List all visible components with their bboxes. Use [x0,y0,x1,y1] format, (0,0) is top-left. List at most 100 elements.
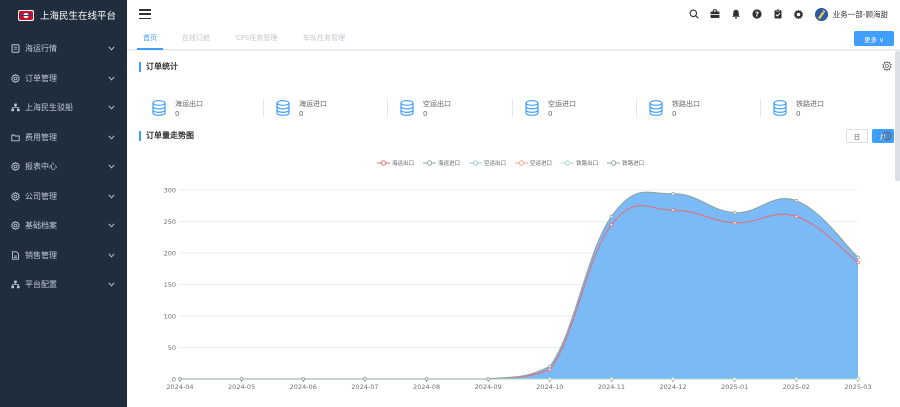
x-tick-label: 2024-07 [351,383,378,391]
data-point [239,377,244,381]
sidebar-item-label: 上海民生驳船 [25,103,73,113]
data-point [363,377,367,381]
data-point [486,377,490,381]
chevron-down-icon [107,222,115,230]
data-point [671,377,675,381]
sidebar-item-label: 费用管理 [25,132,57,142]
x-tick-label: 2024-04 [166,383,193,391]
sidebar-item[interactable]: 平台配置 [0,270,127,300]
sidebar-item[interactable]: 销售管理 [0,241,127,271]
app-logo[interactable]: 上海民生在线平台 [0,0,127,30]
sidebar-item-label: 报表中心 [25,162,57,172]
x-tick-label: 2024-06 [290,383,317,391]
sidebar-item-label: 基础档案 [25,221,57,231]
tabs-bar: 首页 在线订舱 CFS任务管理 车队任务管理 更多 ∨ [127,28,900,50]
sidebar-item-label: 订单管理 [25,73,57,83]
help-icon[interactable]: ? [751,8,763,20]
sidebar-item-label: 销售管理 [25,250,57,260]
x-tick-label: 2024-08 [413,383,440,391]
clipboard-icon[interactable] [772,8,784,20]
sidebar-item[interactable]: 报表中心 [0,152,127,182]
x-tick-label: 2025-01 [721,383,748,391]
data-point [856,255,860,260]
bell-icon[interactable] [730,8,742,20]
tab-fleet-tasks[interactable]: 车队任务管理 [303,33,345,43]
data-point [671,191,675,196]
tab-online-booking[interactable]: 在线订舱 [182,33,210,43]
data-point [794,214,799,219]
sidebar-menu: 海运行情订单管理上海民生驳船 费用管理报表中心公司管理基础档案销售管理平台配置 [0,34,127,300]
order-trend-chart: 0501001502002503002024-04 2024-05 2024-06 2… [164,187,872,392]
sidebar-item-label: 平台配置 [25,280,57,290]
sidebar-item[interactable]: 海运行情 [0,34,127,64]
company-logo-icon [18,9,34,21]
search-icon[interactable] [688,8,700,20]
x-tick-label: 2024-05 [228,383,255,391]
data-point [609,214,614,219]
chevron-down-icon [107,45,115,53]
active-tab-indicator [137,48,163,50]
top-header: ? 业务一部-顾海甜 [127,0,900,28]
header-actions: ? 业务一部-顾海甜 [679,0,888,28]
y-tick-label: 150 [164,281,176,289]
x-tick-label: 2024-10 [536,383,563,391]
chevron-down-icon [107,251,115,259]
briefcase-icon[interactable] [709,8,721,20]
gear-icon [10,221,20,231]
data-point [732,220,737,225]
sidebar-item-label: 海运行情 [25,44,57,54]
file-icon [10,250,20,260]
data-point [548,377,552,381]
x-tick-label: 2024-11 [598,383,625,391]
gear-icon [10,162,20,172]
data-point [794,377,799,381]
gear-icon [10,73,20,83]
more-button[interactable]: 更多 ∨ [854,31,894,46]
data-point [424,377,429,381]
avatar[interactable] [814,7,828,21]
sidebar-item[interactable]: 基础档案 [0,211,127,241]
menu-toggle-icon[interactable] [139,9,151,19]
settings-icon[interactable] [793,8,805,20]
svg-text:?: ? [755,11,759,19]
x-tick-label: 2024-12 [660,383,687,391]
scrollbar[interactable] [895,51,900,181]
y-tick-label: 50 [168,344,176,352]
sidebar: 上海民生在线平台 海运行情订单管理上海民生驳船 费用管理报表中心公司管理基础档案销… [0,0,127,407]
chevron-down-icon [107,133,115,141]
data-point [856,260,860,265]
network-icon [10,103,20,113]
document-icon [10,44,20,54]
gear-icon [10,191,20,201]
y-tick-label: 200 [164,250,176,258]
sidebar-item[interactable]: 费用管理 [0,123,127,153]
chevron-down-icon [107,74,115,82]
app-title: 上海民生在线平台 [40,11,117,22]
data-point [609,222,614,227]
tab-cfs-tasks[interactable]: CFS任务管理 [236,33,277,43]
data-point [301,377,306,381]
network-icon [10,280,20,290]
data-point [548,367,552,372]
folder-icon [10,132,20,142]
y-tick-label: 100 [164,313,176,321]
data-point [671,208,675,212]
data-point [732,210,737,215]
x-tick-label: 2025-03 [844,383,871,391]
data-point [794,198,799,203]
sidebar-item[interactable]: 订单管理 [0,64,127,94]
sidebar-item[interactable]: 上海民生驳船 [0,93,127,123]
y-tick-label: 300 [164,187,176,195]
tab-home[interactable]: 首页 [143,33,157,43]
chevron-down-icon [107,281,115,289]
chevron-down-icon [107,192,115,200]
dashboard-content: 订单统计 海运出口 0 海运进口 0 空运出口 0 空运进口 0 铁路出口 0 铁路进口 0 订单量走… [127,51,900,407]
user-name[interactable]: 业务一部-顾海甜 [833,9,888,20]
sidebar-item[interactable]: 公司管理 [0,182,127,212]
chevron-down-icon [107,104,115,112]
chevron-down-icon [107,163,115,171]
data-point [732,377,737,381]
x-tick-label: 2024-09 [475,383,502,391]
x-tick-label: 2025-02 [783,383,810,391]
data-point [856,377,860,381]
